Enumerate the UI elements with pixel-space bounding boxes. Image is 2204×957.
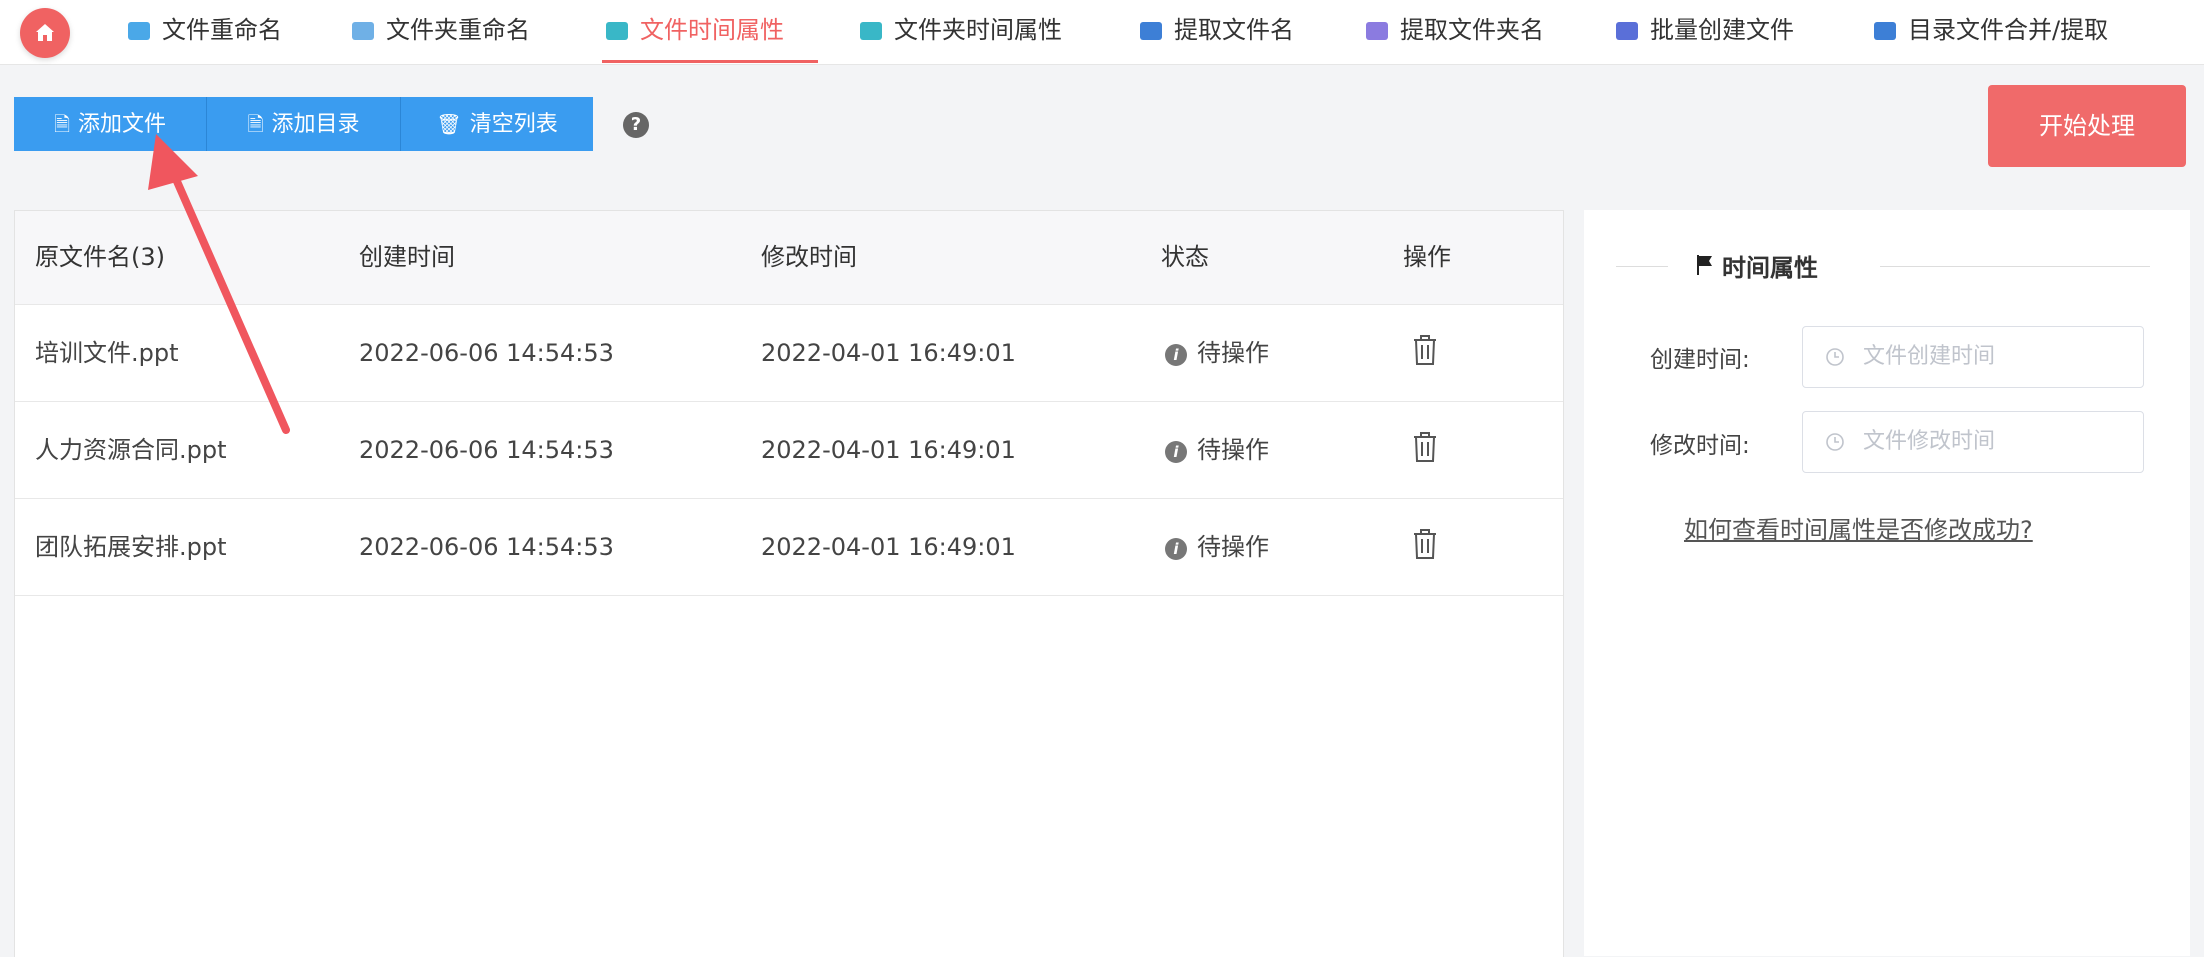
created-time-placeholder: 文件创建时间 [1863, 344, 1996, 369]
home-button[interactable] [20, 8, 70, 58]
status-cell: i 待操作 [1165, 402, 1269, 498]
flag-icon [1697, 255, 1712, 275]
created-time: 2022-06-06 14:54:53 [359, 339, 614, 367]
clock-icon [1826, 433, 1844, 451]
column-header-status: 状态 [1161, 243, 1209, 271]
tab-label: 文件夹时间属性 [894, 16, 1062, 44]
tab-extract-foldername[interactable]: 提取文件夹名 [1366, 10, 1544, 50]
merge-extract-icon [1874, 22, 1896, 40]
info-icon: i [1165, 441, 1187, 463]
active-tab-indicator [602, 60, 818, 63]
column-header-modified: 修改时间 [761, 243, 857, 271]
tab-extract-filename[interactable]: 提取文件名 [1140, 10, 1294, 50]
tab-folder-time[interactable]: 文件夹时间属性 [860, 10, 1062, 50]
modified-time-input[interactable]: 文件修改时间 [1802, 411, 2144, 473]
file-name: 培训文件.ppt [35, 339, 179, 367]
status-text: 待操作 [1197, 533, 1269, 561]
modified-time-label: 修改时间: [1650, 433, 1750, 459]
column-header-created: 创建时间 [359, 243, 455, 271]
file-icon: 🗎 [53, 112, 71, 136]
tab-label: 文件时间属性 [640, 16, 784, 44]
tab-merge-extract[interactable]: 目录文件合并/提取 [1874, 10, 2108, 50]
tab-folder-rename[interactable]: 文件夹重命名 [352, 10, 530, 50]
file-table: 原文件名(3) 创建时间 修改时间 状态 操作 培训文件.ppt 2022-06… [14, 210, 1564, 957]
top-nav: 文件重命名 文件夹重命名 文件时间属性 文件夹时间属性 提取文件名 提取文件夹名… [0, 0, 2204, 65]
created-time-input[interactable]: 文件创建时间 [1802, 326, 2144, 388]
clock-icon [1826, 348, 1844, 366]
file-name: 团队拓展安排.ppt [35, 533, 227, 561]
info-icon: i [1165, 344, 1187, 366]
tab-file-time[interactable]: 文件时间属性 [606, 10, 784, 50]
tab-label: 目录文件合并/提取 [1908, 16, 2109, 44]
extract-filename-icon [1140, 22, 1162, 40]
tab-label: 提取文件名 [1174, 16, 1294, 44]
modified-time: 2022-04-01 16:49:01 [761, 436, 1016, 464]
folder-rename-icon [352, 22, 374, 40]
table-header: 原文件名(3) 创建时间 修改时间 状态 操作 [15, 211, 1563, 305]
help-icon[interactable]: ? [623, 112, 649, 138]
table-row[interactable]: 培训文件.ppt 2022-06-06 14:54:53 2022-04-01 … [15, 305, 1563, 402]
modified-time-placeholder: 文件修改时间 [1863, 429, 1996, 454]
created-time: 2022-06-06 14:54:53 [359, 436, 614, 464]
tab-batch-create[interactable]: 批量创建文件 [1616, 10, 1794, 50]
delete-icon[interactable] [1411, 333, 1439, 367]
add-directory-button[interactable]: 🗎 添加目录 [207, 97, 400, 151]
tab-file-rename[interactable]: 文件重命名 [128, 10, 282, 50]
delete-icon[interactable] [1411, 430, 1439, 464]
created-time-label: 创建时间: [1650, 347, 1750, 373]
delete-icon[interactable] [1411, 527, 1439, 561]
start-processing-button[interactable]: 开始处理 [1988, 85, 2186, 167]
status-text: 待操作 [1197, 436, 1269, 464]
home-icon [36, 24, 54, 41]
clear-list-button[interactable]: 🗑 清空列表 [401, 97, 593, 151]
time-attributes-panel: 时间属性 创建时间: 文件创建时间 修改时间: 文件修改时间 如何查看时间属性是… [1584, 210, 2190, 956]
extract-foldername-icon [1366, 22, 1388, 40]
tab-label: 文件重命名 [162, 16, 282, 44]
file-time-icon [606, 22, 628, 40]
section-divider [1880, 266, 2150, 267]
file-icon: 🗎 [247, 112, 264, 136]
status-cell: i 待操作 [1165, 305, 1269, 401]
column-header-action: 操作 [1403, 243, 1451, 271]
add-directory-label: 添加目录 [271, 112, 360, 137]
trash-icon: 🗑 [436, 112, 462, 136]
column-header-name: 原文件名(3) [35, 243, 165, 271]
status-text: 待操作 [1197, 339, 1269, 367]
file-rename-icon [128, 22, 150, 40]
folder-time-icon [860, 22, 882, 40]
add-file-label: 添加文件 [78, 112, 167, 137]
modified-time: 2022-04-01 16:49:01 [761, 339, 1016, 367]
add-file-button[interactable]: 🗎 添加文件 [14, 97, 206, 151]
table-row[interactable]: 团队拓展安排.ppt 2022-06-06 14:54:53 2022-04-0… [15, 499, 1563, 596]
file-name: 人力资源合同.ppt [35, 436, 227, 464]
tab-label: 文件夹重命名 [386, 16, 530, 44]
section-title: 时间属性 [1722, 254, 1818, 282]
batch-create-icon [1616, 22, 1638, 40]
section-divider [1616, 266, 1668, 267]
status-cell: i 待操作 [1165, 499, 1269, 595]
time-attribute-help-link[interactable]: 如何查看时间属性是否修改成功? [1684, 510, 2033, 545]
created-time: 2022-06-06 14:54:53 [359, 533, 614, 561]
clear-list-label: 清空列表 [469, 112, 558, 137]
tab-label: 批量创建文件 [1650, 16, 1794, 44]
table-row[interactable]: 人力资源合同.ppt 2022-06-06 14:54:53 2022-04-0… [15, 402, 1563, 499]
toolbar: 🗎 添加文件 🗎 添加目录 🗑 清空列表 ? 开始处理 [0, 65, 2204, 185]
modified-time: 2022-04-01 16:49:01 [761, 533, 1016, 561]
tab-label: 提取文件夹名 [1400, 16, 1544, 44]
info-icon: i [1165, 538, 1187, 560]
